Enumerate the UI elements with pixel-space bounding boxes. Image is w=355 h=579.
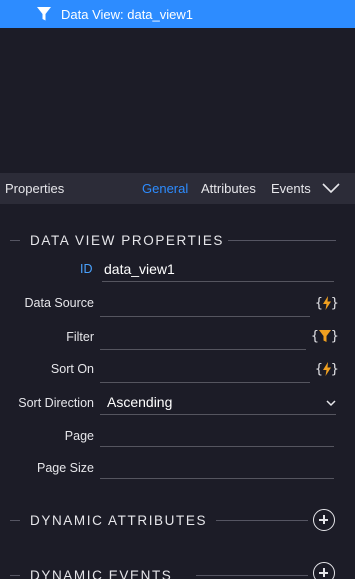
divider bbox=[10, 575, 20, 576]
chevron-down-icon[interactable] bbox=[322, 182, 340, 194]
divider bbox=[216, 520, 308, 521]
lightning-bolt-icon bbox=[322, 362, 331, 376]
outline-selected-item[interactable]: Data View: data_view1 bbox=[0, 0, 355, 28]
filter-binding-button[interactable]: {} bbox=[311, 329, 339, 345]
dynamic-attributes-header[interactable]: DYNAMIC ATTRIBUTES bbox=[0, 511, 355, 531]
page-field[interactable] bbox=[100, 446, 334, 447]
section-title: DYNAMIC ATTRIBUTES bbox=[30, 513, 208, 528]
outline-item-label: Data View: data_view1 bbox=[61, 7, 194, 22]
funnel-icon bbox=[37, 7, 51, 21]
data-source-field[interactable] bbox=[100, 316, 310, 317]
section-title: DYNAMIC EVENTS bbox=[30, 568, 173, 579]
properties-header: Properties General Attributes Events bbox=[0, 173, 355, 204]
sort-on-binding-button[interactable]: {} bbox=[315, 362, 339, 378]
data-source-binding-button[interactable]: {} bbox=[315, 296, 339, 312]
sort-direction-label: Sort Direction bbox=[18, 396, 94, 410]
properties-title: Properties bbox=[5, 181, 65, 196]
divider bbox=[10, 520, 20, 521]
data-source-label: Data Source bbox=[24, 296, 94, 310]
sort-direction-select[interactable]: Ascending bbox=[107, 394, 172, 410]
chevron-down-icon[interactable] bbox=[326, 400, 336, 407]
id-field[interactable]: data_view1 bbox=[104, 261, 175, 277]
id-field-underline bbox=[102, 281, 334, 282]
funnel-icon bbox=[318, 330, 331, 342]
add-dynamic-event-button[interactable] bbox=[313, 562, 335, 579]
divider bbox=[10, 240, 20, 241]
page-label: Page bbox=[64, 429, 94, 443]
page-size-label: Page Size bbox=[37, 461, 94, 475]
sort-on-field[interactable] bbox=[100, 382, 310, 383]
dynamic-events-header[interactable]: DYNAMIC EVENTS bbox=[0, 566, 355, 579]
tab-general[interactable]: General bbox=[142, 181, 188, 196]
divider bbox=[196, 575, 308, 576]
lightning-bolt-icon bbox=[322, 296, 331, 310]
sort-on-label: Sort On bbox=[50, 362, 94, 376]
section-title: DATA VIEW PROPERTIES bbox=[30, 233, 225, 248]
tab-attributes[interactable]: Attributes bbox=[201, 181, 256, 196]
add-dynamic-attribute-button[interactable] bbox=[313, 509, 335, 531]
filter-field[interactable] bbox=[100, 349, 306, 350]
filter-label: Filter bbox=[66, 330, 94, 344]
page-size-field[interactable] bbox=[100, 478, 334, 479]
data-view-properties-header[interactable]: DATA VIEW PROPERTIES bbox=[0, 231, 355, 251]
sort-direction-underline bbox=[100, 414, 336, 415]
id-badge: ID bbox=[80, 262, 93, 276]
divider bbox=[228, 240, 336, 241]
tab-events[interactable]: Events bbox=[271, 181, 311, 196]
